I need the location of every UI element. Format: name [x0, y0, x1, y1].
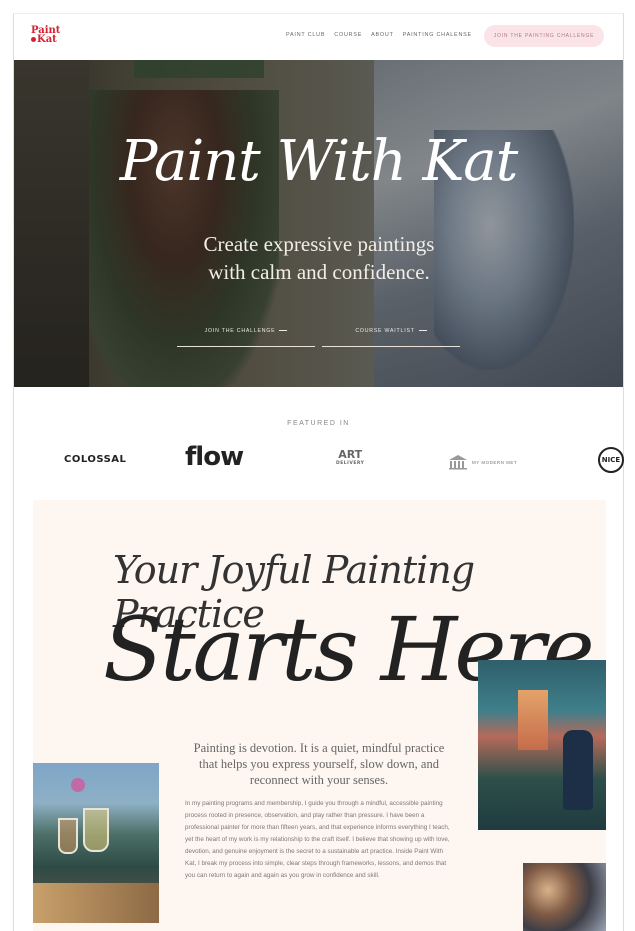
my-modern-met-label: MY MODERN MET: [472, 459, 518, 465]
intro-lead-text: Painting is devotion. It is a quiet, min…: [193, 741, 445, 787]
featured-label: FEATURED IN: [287, 420, 350, 427]
flow-logo: flow: [185, 442, 244, 472]
join-challenge-button[interactable]: JOIN THE CHALLENGE: [177, 328, 315, 347]
nice-logo: NICE: [598, 447, 624, 473]
join-challenge-cta-button[interactable]: JOIN THE PAINTING CHALLENGE: [484, 25, 604, 47]
museum-icon: [449, 455, 467, 470]
main-nav: PAINT CLUB COURSE ABOUT PAINTING CHALENS…: [286, 32, 472, 38]
paint-tubes-photo: [523, 863, 606, 931]
wine-glass-painting-photo: [33, 763, 159, 923]
my-modern-met-logo: MY MODERN MET: [448, 454, 517, 470]
page-frame: Paint Kat PAINT CLUB COURSE ABOUT PAINTI…: [13, 13, 624, 931]
site-header: Paint Kat PAINT CLUB COURSE ABOUT PAINTI…: [14, 14, 623, 60]
apple-icon: [31, 37, 36, 42]
hero-section: Paint With Kat Create expressive paintin…: [14, 60, 623, 387]
logo-line2: Kat: [37, 34, 57, 45]
nav-about[interactable]: ABOUT: [371, 32, 394, 38]
intro-body-text: In my painting programs and membership, …: [185, 800, 450, 879]
nav-paint-club[interactable]: PAINT CLUB: [286, 32, 325, 38]
site-logo[interactable]: Paint Kat: [31, 26, 61, 45]
arrow-right-icon: [279, 330, 288, 332]
interior-painting-photo: [478, 660, 606, 830]
course-waitlist-label: COURSE WAITLIST: [355, 328, 415, 334]
join-challenge-label: JOIN THE CHALLENGE: [204, 328, 276, 334]
art-delivery-line1: ART: [338, 448, 363, 461]
hero-overlay: [14, 60, 623, 387]
nav-painting-challenge[interactable]: PAINTING CHALENSE: [403, 32, 472, 38]
colossal-logo: COLOSSAL: [64, 454, 127, 465]
hero-title: Paint With Kat: [119, 129, 518, 194]
art-delivery-line2: DELIVERY: [336, 461, 365, 466]
intro-section: Your Joyful Painting Practice Starts Her…: [33, 500, 606, 931]
arrow-right-icon: [418, 330, 427, 332]
art-delivery-logo: ART DELIVERY: [336, 448, 365, 468]
course-waitlist-button[interactable]: COURSE WAITLIST: [322, 328, 460, 347]
nav-course[interactable]: COURSE: [334, 32, 362, 38]
hero-subtitle: Create expressive paintings with calm an…: [203, 232, 435, 284]
